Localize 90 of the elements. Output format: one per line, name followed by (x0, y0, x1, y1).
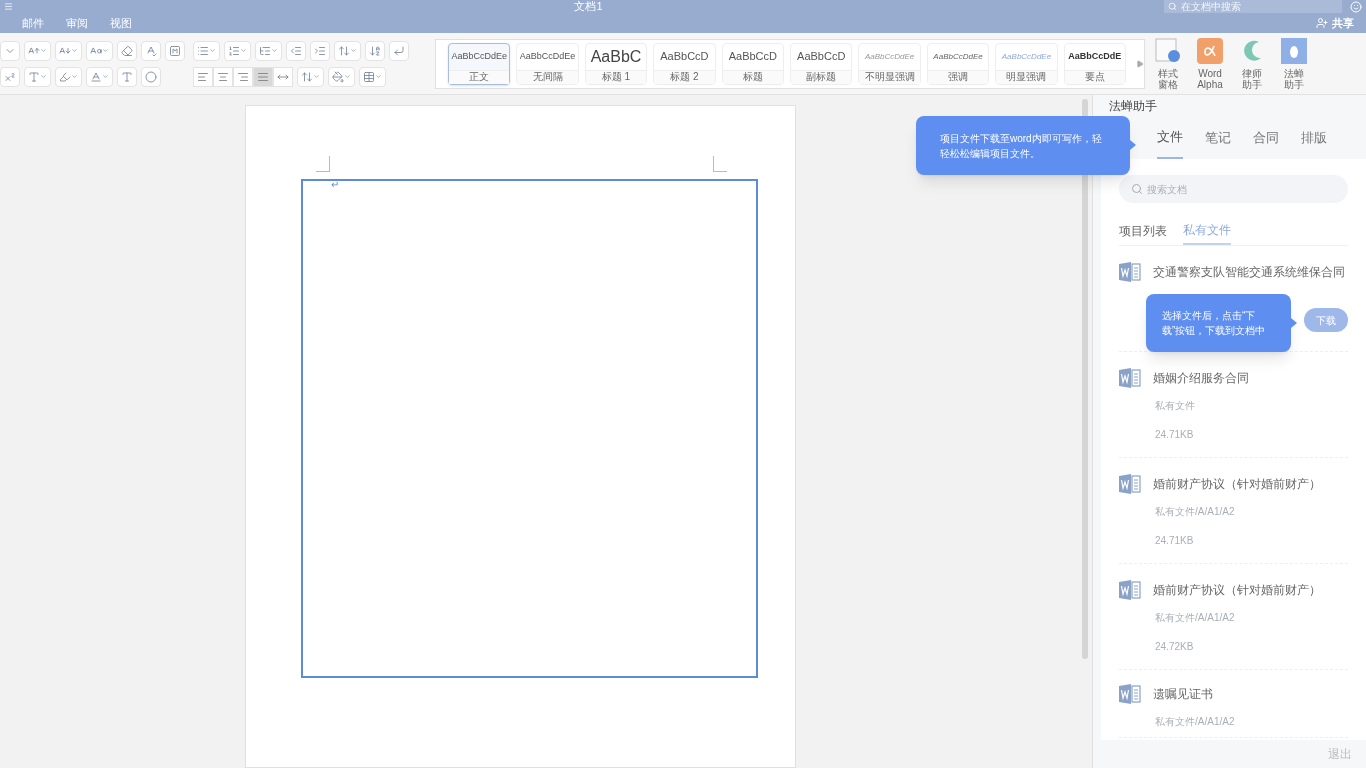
enclose-char-icon[interactable] (141, 66, 161, 87)
style-swatch[interactable]: AaBbCcDdEe 不明显强调 (858, 42, 921, 85)
alpha-icon (1197, 37, 1223, 64)
word-file-icon (1119, 684, 1141, 704)
highlight-icon[interactable] (55, 66, 82, 87)
file-size: 24.71KB (1155, 428, 1195, 442)
menu-icon[interactable] (4, 2, 13, 11)
search-input[interactable]: 搜索文档 (1147, 181, 1327, 197)
text-effect-icon[interactable] (24, 66, 51, 87)
file-path: 私有文件/A/A1/A2 (1155, 715, 1236, 729)
phonetic-icon[interactable] (141, 40, 161, 61)
align-center-button[interactable] (213, 66, 233, 87)
style-swatch[interactable]: AaBbCcDdE 要点 (1063, 42, 1127, 85)
grow-font-icon[interactable] (24, 40, 51, 61)
file-path: 私有文件 (1155, 399, 1196, 413)
word-file-icon (1119, 474, 1141, 494)
distributed-align-button[interactable] (273, 66, 293, 87)
search-input[interactable]: 在文档中搜索 (1181, 1, 1331, 12)
ribbon-tool-button[interactable]: Word Alpha (1195, 37, 1225, 90)
style-pane-icon (1155, 37, 1181, 64)
file-name: 交通警察支队智能交通系统维保合同 (1153, 264, 1345, 281)
tooltip: 项目文件下载至word内即可写作，轻轻松松编辑项目文件。 (916, 116, 1130, 175)
gallery-more-icon[interactable] (1136, 59, 1144, 68)
file-name: 婚前财产协议（针对婚前财产） (1153, 476, 1321, 493)
file-path: 私有文件/A/A1/A2 (1155, 505, 1236, 519)
sort-icon[interactable] (365, 40, 385, 61)
panel-tab[interactable]: 笔记 (1205, 117, 1231, 159)
shrink-font-icon[interactable] (55, 40, 82, 61)
text-frame[interactable]: ↵ (300, 179, 758, 678)
borders-icon[interactable] (359, 66, 386, 87)
style-swatch[interactable]: AaBbC 标题 1 (584, 42, 648, 85)
superscript-icon[interactable] (0, 66, 20, 87)
ribbon-tool-button[interactable]: 律师助手 (1237, 37, 1267, 90)
file-item[interactable]: 婚前财产协议（针对婚前财产） 私有文件/A/A1/A2 24.72KB (1119, 564, 1348, 670)
file-size: 24.72KB (1155, 640, 1195, 654)
clear-format-icon[interactable] (117, 40, 137, 61)
file-name: 婚前财产协议（针对婚前财产） (1153, 582, 1321, 599)
add-user-icon (1316, 17, 1328, 29)
char-shading-icon[interactable] (117, 66, 137, 87)
justify-icon (257, 70, 269, 83)
style-swatch[interactable]: AaBbCcD 副标题 (790, 42, 853, 85)
file-path: 私有文件/A/A1/A2 (1155, 611, 1236, 625)
panel-tab[interactable]: 合同 (1253, 117, 1279, 159)
file-name: 婚姻介绍服务合同 (1153, 370, 1249, 387)
line-spacing-icon[interactable] (297, 66, 324, 87)
style-swatch[interactable]: AaBbCcDdEe 无间隔 (516, 42, 579, 85)
search-field[interactable]: 在文档中搜索 (1164, 0, 1342, 13)
justify-button[interactable] (253, 66, 273, 87)
smiley-icon[interactable] (1350, 0, 1362, 13)
font-color-icon[interactable] (86, 66, 113, 87)
decrease-indent-icon[interactable] (286, 40, 306, 61)
window-title: 文档1 (574, 1, 603, 12)
file-item[interactable]: 婚前财产协议（针对婚前财产） 私有文件/A/A1/A2 24.71KB (1119, 458, 1348, 564)
increase-indent-icon[interactable] (310, 40, 330, 61)
file-size: 24.71KB (1155, 534, 1195, 548)
cicada-icon (1281, 37, 1307, 64)
file-item[interactable]: 遗嘱见证书 私有文件/A/A1/A2 (1119, 670, 1348, 738)
style-swatch[interactable]: AaBbCcDdEe 强调 (926, 42, 990, 85)
style-swatch[interactable]: AaBbCcD 标题 2 (653, 42, 716, 85)
file-name: 遗嘱见证书 (1153, 686, 1213, 703)
change-case-icon[interactable] (86, 40, 113, 61)
align-left-icon (197, 70, 209, 83)
word-file-icon (1119, 580, 1141, 600)
tooltip: 选择文件后，点击“下载”按钮，下载到文档中 (1146, 294, 1291, 352)
search-field[interactable]: 搜索文档 (1119, 175, 1348, 203)
style-swatch[interactable]: AaBbCcD 标题 (721, 42, 785, 85)
align-right-button[interactable] (233, 66, 253, 87)
sub-tab[interactable]: 项目列表 (1119, 221, 1167, 245)
style-swatch[interactable]: AaBbCcDdEe 明显强调 (995, 42, 1058, 85)
ribbon-tool-button[interactable]: 法蝉助手 (1279, 37, 1309, 90)
style-swatch[interactable]: AaBbCcDdEe 正文 (448, 42, 511, 85)
distribute-icon[interactable] (334, 40, 361, 61)
multilevel-list-icon[interactable] (255, 40, 282, 61)
paragraph-mark-icon[interactable] (389, 40, 409, 61)
shading-icon[interactable] (328, 66, 355, 87)
search-icon (1168, 2, 1177, 11)
panel-title: 法蝉助手 (1108, 98, 1158, 115)
search-icon (1131, 183, 1143, 195)
align-right-icon (237, 70, 249, 83)
numbering-icon[interactable] (224, 40, 251, 61)
align-center-icon (217, 70, 229, 83)
word-file-icon (1119, 368, 1141, 388)
word-file-icon (1119, 262, 1141, 282)
ribbon-tool-button[interactable]: 样式窗格 (1153, 37, 1183, 90)
font-dropdown-icon[interactable] (0, 40, 20, 61)
align-left-button[interactable] (193, 66, 213, 87)
paragraph-mark: ↵ (330, 178, 339, 192)
char-border-icon[interactable] (165, 40, 185, 61)
bullets-icon[interactable] (193, 40, 220, 61)
panel-tab[interactable]: 排版 (1301, 117, 1327, 159)
